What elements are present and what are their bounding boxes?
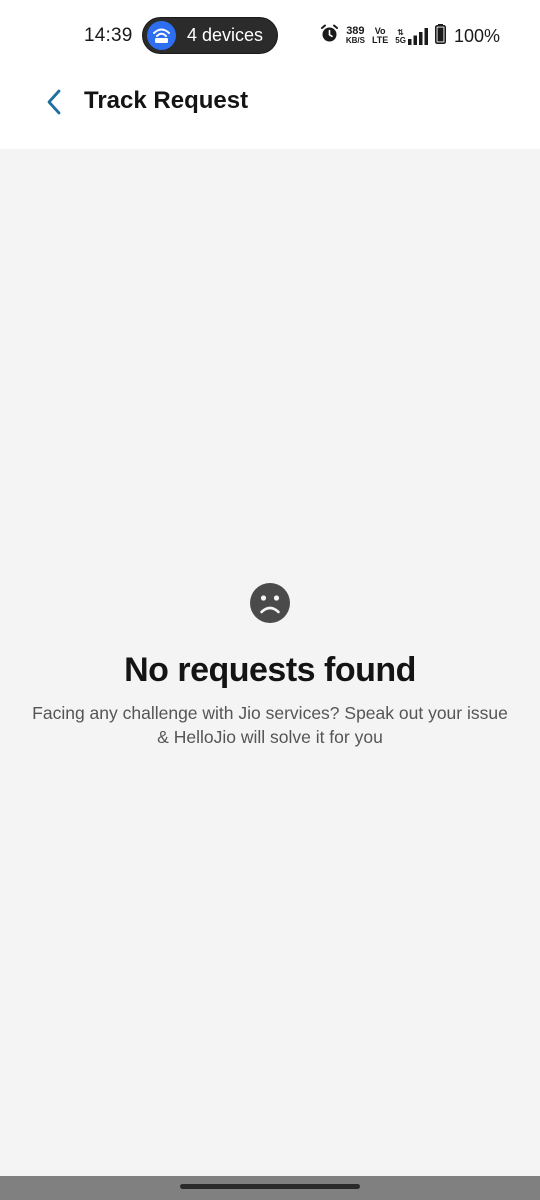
hotspot-pill[interactable]: 4 devices: [142, 17, 278, 54]
empty-state-title: No requests found: [124, 651, 416, 689]
battery-percentage: 100%: [453, 25, 500, 46]
status-indicators: 389 KB/S Vo LTE ⇅ 5G 100%: [320, 22, 500, 50]
hotspot-devices-label: 4 devices: [187, 25, 264, 45]
page-title: Track Request: [84, 87, 249, 114]
battery-icon: [434, 23, 446, 49]
wifi-hotspot-icon: [147, 21, 176, 50]
network-speed-value: 389: [346, 25, 365, 37]
signal-icon: ⇅ 5G: [395, 27, 428, 45]
network-type: 5G: [395, 35, 406, 45]
app-bar: Track Request: [0, 72, 540, 149]
network-speed: 389 KB/S: [346, 26, 365, 46]
empty-state: No requests found Facing any challenge w…: [0, 582, 540, 749]
alarm-icon: [320, 24, 339, 48]
chevron-left-icon: [45, 88, 63, 121]
empty-state-description: Facing any challenge with Jio services? …: [32, 703, 508, 747]
status-bar: 14:39 4 devices 389 KB/S Vo LTE ⇅ 5G 100…: [0, 0, 540, 72]
back-button[interactable]: [34, 84, 74, 124]
network-speed-unit: KB/S: [345, 36, 365, 45]
sad-face-icon: [249, 582, 291, 624]
navigation-bar: [0, 1176, 540, 1200]
status-time: 14:39: [84, 25, 133, 46]
volte-bottom: LTE: [371, 35, 389, 45]
home-indicator[interactable]: [180, 1184, 360, 1189]
volte-indicator: Vo LTE: [372, 27, 388, 45]
